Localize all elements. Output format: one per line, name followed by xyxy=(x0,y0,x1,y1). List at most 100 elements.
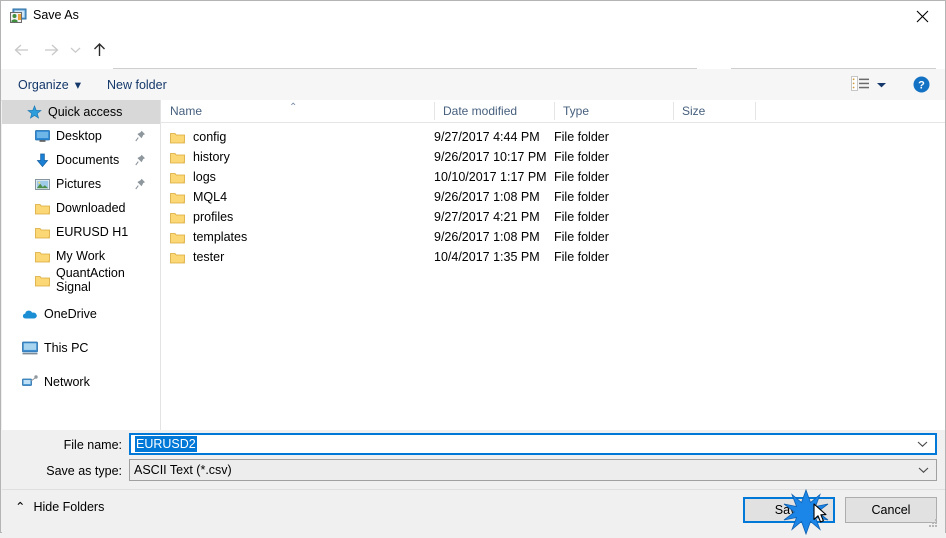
column-header-name[interactable]: ⌃ Name xyxy=(161,100,434,122)
folder-icon xyxy=(170,251,185,264)
sidebar-item-documents[interactable]: Documents xyxy=(2,148,160,172)
new-folder-button[interactable]: New folder xyxy=(107,69,167,100)
pictures-icon xyxy=(34,176,50,192)
column-header-date-modified[interactable]: Date modified xyxy=(434,100,554,122)
file-name-label: profiles xyxy=(193,210,234,224)
organize-label: Organize xyxy=(18,77,69,92)
column-header-label: Type xyxy=(563,104,590,118)
table-row[interactable]: templates 9/26/2017 1:08 PM File folder xyxy=(161,227,945,247)
file-name-label: File name: xyxy=(63,438,122,452)
file-type-cell: File folder xyxy=(554,170,609,184)
navigation-bar: « Roaming › MetaQuotes › Terminal › 9155… xyxy=(1,32,945,93)
sidebar-item-onedrive[interactable]: OneDrive xyxy=(2,302,160,326)
file-type-cell: File folder xyxy=(554,190,609,204)
title-bar: Save As xyxy=(1,1,945,32)
table-row[interactable]: tester 10/4/2017 1:35 PM File folder xyxy=(161,247,945,267)
save-as-type-value: ASCII Text (*.csv) xyxy=(134,463,232,477)
sidebar-item-eurusd-h1[interactable]: EURUSD H1 xyxy=(2,220,160,244)
file-name-cell: logs xyxy=(170,170,216,184)
file-date-cell: 9/27/2017 4:44 PM xyxy=(434,130,540,144)
forward-arrow-icon[interactable] xyxy=(37,36,65,64)
file-name-label: history xyxy=(193,150,230,164)
chevron-down-icon xyxy=(876,78,887,92)
file-date-cell: 9/26/2017 1:08 PM xyxy=(434,190,540,204)
table-row[interactable]: config 9/27/2017 4:44 PM File folder xyxy=(161,127,945,147)
column-header-label: Size xyxy=(682,104,706,118)
this-pc-icon xyxy=(22,340,38,356)
file-type-cell: File folder xyxy=(554,130,609,144)
sidebar-item-downloaded[interactable]: Downloaded xyxy=(2,196,160,220)
hide-folders-button[interactable]: ⌃ Hide Folders xyxy=(15,499,105,515)
sidebar-item-pictures[interactable]: Pictures xyxy=(2,172,160,196)
view-options-button[interactable] xyxy=(851,69,887,100)
column-header-row: ⌃ Name Date modified Type Size xyxy=(161,100,945,123)
folder-icon xyxy=(170,131,185,144)
pin-icon[interactable] xyxy=(135,130,146,142)
save-button[interactable]: Save xyxy=(743,497,835,523)
folder-icon xyxy=(170,211,185,224)
table-row[interactable]: history 9/26/2017 10:17 PM File folder xyxy=(161,147,945,167)
sidebar-item-network[interactable]: Network xyxy=(2,370,160,394)
sidebar-item-this-pc[interactable]: This PC xyxy=(2,336,160,360)
desktop-icon xyxy=(34,128,50,144)
file-name-cell: profiles xyxy=(170,210,233,224)
sidebar-item-label: Desktop xyxy=(56,129,102,143)
view-options-icon xyxy=(851,75,870,94)
new-folder-label: New folder xyxy=(107,77,167,92)
table-row[interactable]: logs 10/10/2017 1:17 PM File folder xyxy=(161,167,945,187)
folder-icon xyxy=(34,224,50,240)
chevron-down-icon[interactable] xyxy=(918,460,929,480)
resize-grip-icon[interactable] xyxy=(927,517,939,529)
table-row[interactable]: profiles 9/27/2017 4:21 PM File folder xyxy=(161,207,945,227)
file-name-input[interactable]: EURUSD2 xyxy=(129,433,937,455)
column-header-size[interactable]: Size xyxy=(673,100,755,122)
file-name-value: EURUSD2 xyxy=(135,436,197,452)
file-list-pane: ⌃ Name Date modified Type Size config 9/… xyxy=(161,100,945,430)
file-date-cell: 9/26/2017 10:17 PM xyxy=(434,150,547,164)
sidebar-item-my-work[interactable]: My Work xyxy=(2,244,160,268)
dialog-footer: ⌃ Hide Folders Save Cancel xyxy=(2,489,945,534)
save-as-dialog: Save As Search 915566BA06ADA40756... Org… xyxy=(0,0,946,536)
file-name-cell: history xyxy=(170,150,230,164)
help-icon[interactable]: ? xyxy=(913,76,930,93)
folder-icon xyxy=(34,200,50,216)
file-name-label: MQL4 xyxy=(193,190,228,204)
chevron-down-icon[interactable] xyxy=(917,435,928,453)
sidebar-item-quantaction-signal[interactable]: QuantAction Signal xyxy=(2,266,160,294)
back-arrow-icon[interactable] xyxy=(7,36,35,64)
file-date-cell: 9/27/2017 4:21 PM xyxy=(434,210,540,224)
quick-access-star-icon xyxy=(26,104,42,120)
sidebar-item-quick-access[interactable]: Quick access xyxy=(2,100,160,124)
navigation-sidebar: Quick access Desktop Documents Pictures … xyxy=(2,100,160,430)
file-name-label: config xyxy=(193,130,227,144)
pin-icon[interactable] xyxy=(135,154,146,166)
up-arrow-icon[interactable] xyxy=(85,36,113,64)
hide-folders-label: Hide Folders xyxy=(33,499,105,514)
documents-icon xyxy=(34,152,50,168)
save-as-type-select[interactable]: ASCII Text (*.csv) xyxy=(129,459,937,481)
cancel-button[interactable]: Cancel xyxy=(845,497,937,523)
organize-button[interactable]: Organize ▾ xyxy=(18,69,81,100)
column-header-type[interactable]: Type xyxy=(554,100,673,122)
file-name-cell: tester xyxy=(170,250,224,264)
recent-locations-chevron-icon[interactable] xyxy=(65,36,85,64)
close-button[interactable] xyxy=(899,1,945,32)
folder-icon xyxy=(170,231,185,244)
table-row[interactable]: MQL4 9/26/2017 1:08 PM File folder xyxy=(161,187,945,207)
sidebar-item-desktop[interactable]: Desktop xyxy=(2,124,160,148)
sidebar-item-label: Network xyxy=(44,375,90,389)
pin-icon[interactable] xyxy=(135,178,146,190)
file-name-cell: config xyxy=(170,130,226,144)
file-rows: config 9/27/2017 4:44 PM File folder his… xyxy=(161,123,945,267)
folder-icon xyxy=(170,191,185,204)
file-name-label: tester xyxy=(193,250,225,264)
chevron-up-icon: ⌃ xyxy=(15,500,26,514)
folder-icon xyxy=(170,151,185,164)
onedrive-icon xyxy=(22,306,38,322)
chevron-down-icon: ▾ xyxy=(74,78,82,92)
save-form: File name: EURUSD2 Save as type: ASCII T… xyxy=(2,431,945,489)
file-date-cell: 10/4/2017 1:35 PM xyxy=(434,250,540,264)
file-name-label: templates xyxy=(193,230,248,244)
